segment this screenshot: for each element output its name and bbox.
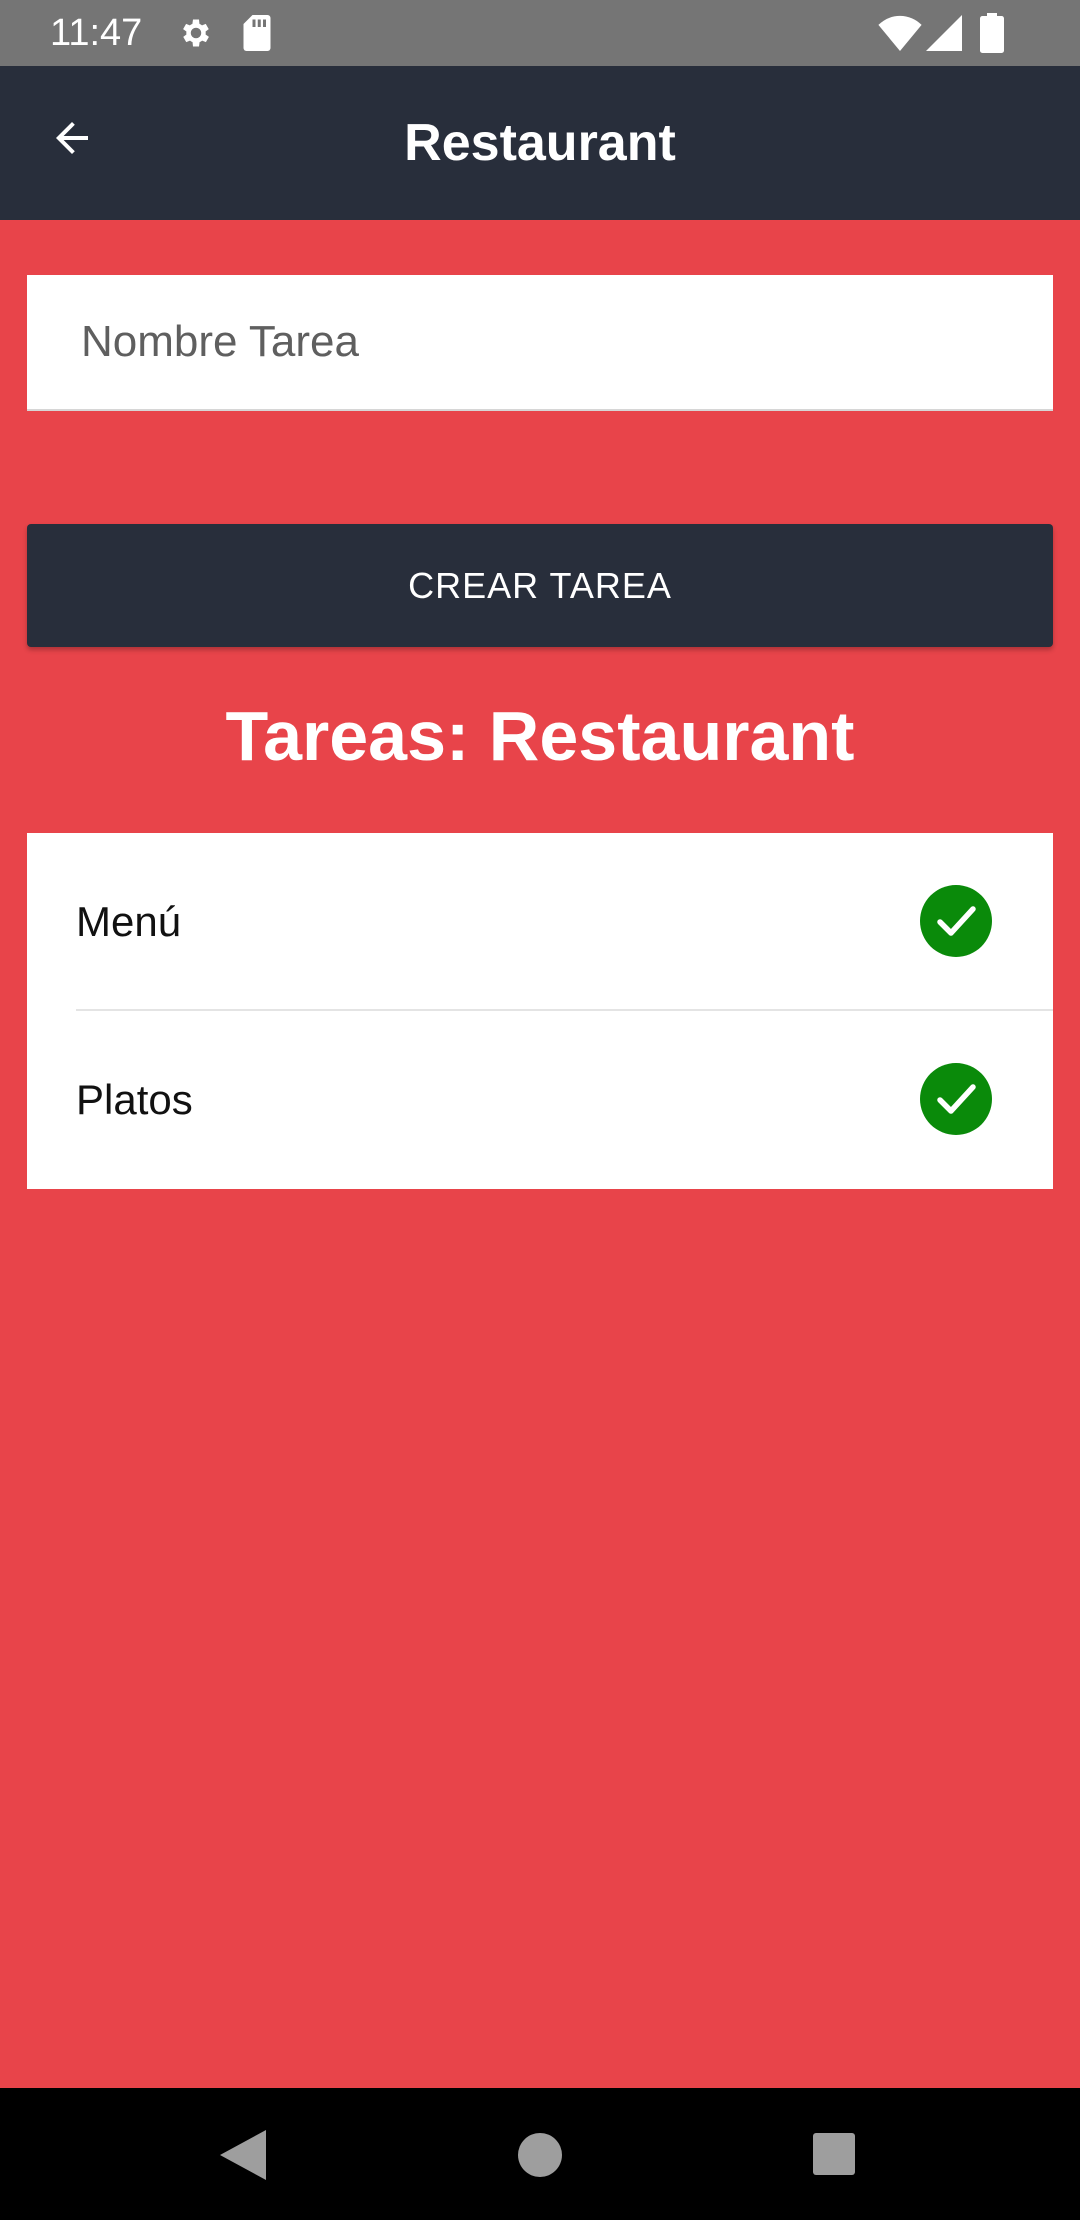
status-time: 11:47: [50, 12, 143, 54]
nav-back-icon[interactable]: [220, 2130, 266, 2180]
nav-home-icon[interactable]: [518, 2133, 562, 2177]
list-item[interactable]: Platos: [27, 1011, 1053, 1189]
tasks-heading: Tareas: Restaurant: [225, 697, 855, 775]
sd-card-icon: [243, 15, 271, 51]
wifi-icon: [878, 15, 922, 51]
check-circle-icon[interactable]: [920, 885, 992, 957]
check-circle-icon[interactable]: [920, 1063, 992, 1135]
arrow-left-icon: [56, 122, 88, 154]
app-bar: Restaurant: [0, 66, 1080, 220]
status-bar: 11:47: [0, 0, 1080, 66]
battery-icon: [980, 13, 1004, 53]
task-label: Platos: [76, 1076, 193, 1123]
navigation-bar: [0, 2088, 1080, 2220]
create-task-button[interactable]: CREAR TAREA: [27, 524, 1053, 647]
back-button[interactable]: [30, 96, 114, 180]
task-list: Menú Platos: [27, 833, 1053, 1189]
page-title: Restaurant: [404, 114, 676, 172]
task-name-input[interactable]: [27, 275, 1053, 411]
gear-icon: [183, 19, 209, 47]
task-label: Menú: [76, 898, 182, 945]
list-item[interactable]: Menú: [27, 833, 1053, 1011]
screen: 11:47 Restaurant CREAR T: [0, 0, 1080, 2220]
nav-recents-icon[interactable]: [813, 2133, 855, 2175]
signal-icon: [926, 15, 962, 51]
